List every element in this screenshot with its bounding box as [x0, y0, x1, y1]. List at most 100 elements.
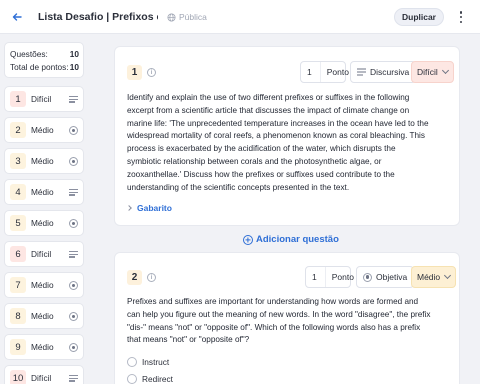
question-difficulty: Médio — [31, 218, 54, 228]
difficulty-select[interactable]: Difícil — [411, 61, 454, 83]
questions-count: 10 — [69, 49, 79, 59]
sidebar-question-item[interactable]: 4 Médio — [4, 179, 84, 205]
statement-line: Prefixes and suffixes are important for … — [127, 297, 419, 306]
globe-icon — [167, 12, 176, 22]
question-statement: Prefixes and suffixes are important for … — [127, 296, 430, 347]
statement-line: that means "not" or "opposite of"? — [127, 335, 250, 345]
question-difficulty: Médio — [31, 187, 54, 197]
sidebar-question-item[interactable]: 10 Difícil — [4, 365, 84, 384]
points-unit: Ponto — [331, 272, 354, 282]
statement-line: widespread mortality of coral reefs, a p… — [127, 131, 425, 141]
statement-line: marine life: 'The unprecedented temperat… — [127, 118, 429, 128]
answer-option[interactable]: Instruct — [127, 357, 169, 367]
question-difficulty: Médio — [31, 125, 54, 135]
questions-label: Questões: — [10, 49, 48, 59]
sidebar-question-item[interactable]: 7 Médio — [4, 272, 84, 298]
question-number-badge: 2 — [127, 270, 142, 285]
chevron-right-icon — [126, 205, 132, 211]
lines-icon — [357, 68, 366, 76]
question-number-badge: 1 — [127, 65, 142, 80]
radio-button[interactable] — [127, 357, 137, 367]
info-icon[interactable]: i — [147, 273, 156, 282]
points-value: 1 — [306, 267, 326, 287]
difficulty-select[interactable]: Médio — [411, 266, 457, 288]
question-difficulty: Difícil — [31, 249, 52, 259]
question-number: 9 — [10, 339, 26, 355]
sidebar-question-item[interactable]: 8 Médio — [4, 303, 84, 329]
question-number: 6 — [10, 246, 26, 262]
sidebar-question-item[interactable]: 9 Médio — [4, 334, 84, 360]
radio-icon — [69, 219, 78, 228]
question-type-label: Discursiva — [370, 67, 410, 77]
radio-icon — [69, 157, 78, 166]
radio-icon — [69, 312, 78, 321]
points-value: 1 — [301, 62, 321, 82]
sidebar-question-item[interactable]: 3 Médio — [4, 148, 84, 174]
sidebar-question-item[interactable]: 2 Médio — [4, 117, 84, 143]
question-number: 10 — [10, 370, 26, 384]
question-number: 8 — [10, 308, 26, 324]
visibility-label: Pública — [179, 12, 207, 22]
points-input[interactable]: 1 Ponto — [305, 266, 354, 288]
difficulty-label: Difícil — [417, 67, 438, 77]
lines-icon — [69, 95, 78, 104]
question-number: 2 — [10, 122, 26, 138]
chevron-down-icon — [444, 271, 452, 280]
statement-line: can help you figure out the meaning of n… — [127, 309, 431, 319]
radio-icon — [69, 343, 78, 352]
radio-button[interactable] — [127, 374, 137, 384]
top-bar: Lista Desafio | Prefixos e Sufixos Públi… — [0, 0, 480, 34]
statement-line: understanding of the scientific concepts… — [127, 182, 350, 192]
page-title: Lista Desafio | Prefixos e Sufixos — [38, 11, 158, 23]
question-difficulty: Difícil — [31, 94, 52, 104]
answer-key-label: Gabarito — [137, 203, 172, 213]
sidebar-question-item[interactable]: 1 Difícil — [4, 86, 84, 112]
difficulty-label: Médio — [417, 272, 441, 282]
question-type-select[interactable]: Objetiva — [356, 266, 415, 288]
points-label: Total de pontos: — [10, 62, 69, 72]
option-label: Redirect — [142, 374, 173, 384]
answer-option[interactable]: Redirect — [127, 374, 173, 384]
list-stats: Questões: 10 Total de pontos: 10 — [4, 42, 84, 78]
more-options-icon[interactable] — [455, 10, 467, 24]
radio-icon — [363, 272, 372, 282]
question-difficulty: Médio — [31, 156, 54, 166]
question-statement: Identify and explain the use of two diff… — [127, 92, 429, 194]
statement-line: process is exacerbated by the acidificat… — [127, 144, 396, 154]
question-type-select[interactable]: Discursiva — [350, 61, 417, 83]
add-question-label: Adicionar questão — [256, 234, 339, 245]
arrow-left-icon[interactable] — [10, 10, 24, 24]
visibility-status: Pública — [167, 12, 207, 22]
radio-icon — [69, 126, 78, 135]
lines-icon — [69, 188, 78, 197]
statement-line: Identify and explain the use of two diff… — [127, 93, 410, 102]
statement-line: "dis-" means "not" or "opposite of". Whi… — [127, 322, 421, 332]
sidebar-question-item[interactable]: 6 Difícil — [4, 241, 84, 267]
question-number: 1 — [10, 91, 26, 107]
answer-key-toggle[interactable]: Gabarito — [126, 203, 172, 213]
radio-icon — [69, 281, 78, 290]
option-label: Instruct — [142, 357, 170, 367]
question-difficulty: Difícil — [31, 373, 52, 383]
question-difficulty: Médio — [31, 311, 54, 321]
plus-circle-icon — [243, 234, 253, 245]
question-type-label: Objetiva — [376, 272, 408, 282]
statement-line: zooxanthellae.' Discuss how the prefixes… — [127, 169, 395, 179]
points-input[interactable]: 1 Ponto — [300, 61, 349, 83]
info-icon[interactable]: i — [147, 68, 156, 77]
lines-icon — [69, 374, 78, 383]
question-card-2: 2 i 1 Ponto Objetiva Médio Prefixes and … — [114, 252, 460, 384]
question-number: 4 — [10, 184, 26, 200]
sidebar-question-item[interactable]: 5 Médio — [4, 210, 84, 236]
statement-line: symbiotic relationship between corals an… — [127, 156, 382, 166]
duplicate-button[interactable]: Duplicar — [394, 8, 444, 26]
question-difficulty: Médio — [31, 342, 54, 352]
lines-icon — [69, 250, 78, 259]
chevron-down-icon — [441, 66, 449, 75]
points-total: 10 — [69, 62, 79, 72]
question-number: 3 — [10, 153, 26, 169]
statement-line: excerpt from a scientific article that d… — [127, 105, 410, 115]
question-number: 7 — [10, 277, 26, 293]
question-card-1: 1 i 1 Ponto Discursiva Difícil Identify … — [114, 46, 460, 226]
add-question-button[interactable]: Adicionar questão — [243, 234, 339, 245]
